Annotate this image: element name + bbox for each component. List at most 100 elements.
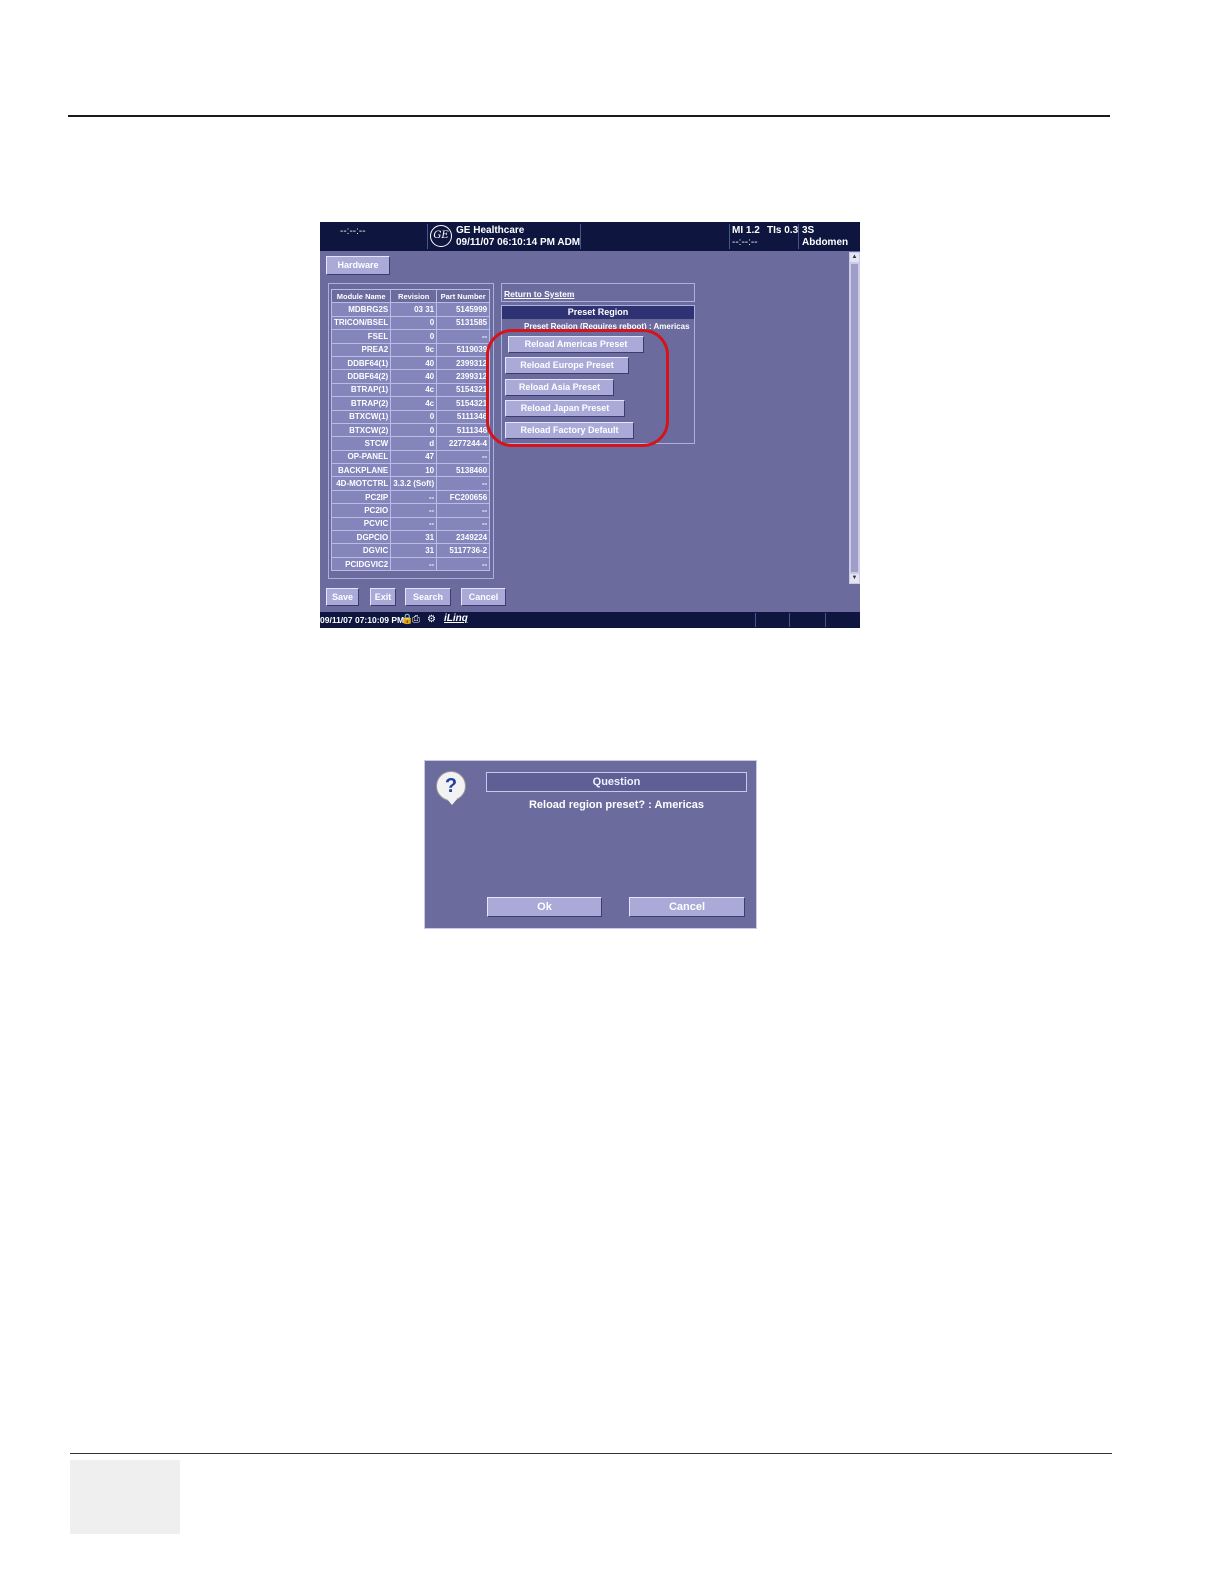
part-number-cell: 5117736-2 xyxy=(436,543,491,558)
revision-cell: 10 xyxy=(390,463,438,478)
module-name-cell: TRICON/BSEL xyxy=(330,315,392,331)
part-number-cell: 5154321 xyxy=(436,396,491,411)
scrollbar-thumb[interactable] xyxy=(851,264,858,572)
table-row: PREA2 9c 5119039 xyxy=(330,342,491,357)
table-row: BTXCW(2) 0 5111346 xyxy=(330,422,491,438)
revision-cell: d xyxy=(390,436,438,451)
dialog-message: Reload region preset? : Americas xyxy=(528,799,705,811)
highlight-ring xyxy=(486,329,669,447)
revision-cell: 0 xyxy=(390,422,438,438)
question-icon-tail xyxy=(447,799,457,805)
revision-cell: -- xyxy=(390,503,438,518)
question-icon: ? xyxy=(436,771,466,801)
page-bottom-rule xyxy=(70,1453,1112,1454)
module-name-cell: FSEL xyxy=(330,329,392,344)
revision-cell: 0 xyxy=(390,409,438,424)
table-row: STCW d 2277244-4 xyxy=(330,436,491,451)
part-number-cell: -- xyxy=(436,516,491,532)
module-name-cell: PREA2 xyxy=(330,342,392,357)
revision-cell: 9c xyxy=(390,342,438,357)
ge-logo-icon: GE xyxy=(430,225,452,247)
status-bar: 09/11/07 07:10:09 PM 🔒 ⎙ ⚙ iLinq xyxy=(320,612,860,628)
question-dialog: ? Question Reload region preset? : Ameri… xyxy=(424,760,757,929)
preset-region-title: Preset Region xyxy=(502,306,694,319)
module-name-cell: PCVIC xyxy=(330,516,392,532)
table-row: PCVIC -- -- xyxy=(330,516,491,532)
ilinq-logo[interactable]: iLinq xyxy=(444,613,468,624)
revision-cell: 31 xyxy=(390,530,438,545)
module-name-cell: PC2IO xyxy=(330,503,392,518)
table-row: DGVIC 31 5117736-2 xyxy=(330,543,491,558)
table-row: 4D-MOTCTRL 3.3.2 (Soft) -- xyxy=(330,476,491,491)
table-row: DDBF64(1) 40 2399312 xyxy=(330,355,491,371)
part-number-cell: 5154321 xyxy=(436,382,491,398)
module-name-cell: 4D-MOTCTRL xyxy=(330,476,392,491)
module-name-cell: BTXCW(1) xyxy=(330,409,392,424)
network-icon[interactable]: ⚙ xyxy=(427,614,436,626)
part-number-cell: -- xyxy=(436,476,491,491)
revision-cell: 4c xyxy=(390,396,438,411)
module-name-cell: BACKPLANE xyxy=(330,463,392,478)
part-number-cell: 5138460 xyxy=(436,463,491,478)
exam-name: Abdomen xyxy=(802,237,849,248)
search-button[interactable]: Search xyxy=(405,588,451,606)
part-number-cell: 5119039 xyxy=(436,342,491,357)
module-name-cell: DGPCIO xyxy=(330,530,392,545)
table-row: DGPCIO 31 2349224 xyxy=(330,530,491,545)
vertical-scrollbar[interactable]: ▲ ▼ xyxy=(849,252,860,584)
revision-cell: -- xyxy=(390,516,438,532)
hardware-screen: --:--:-- GE GE Healthcare 09/11/07 06:10… xyxy=(320,222,860,628)
header-left-time: --:--:-- xyxy=(340,226,366,237)
column-header-revision: Revision xyxy=(390,288,438,304)
revision-cell: 03 31 xyxy=(390,302,438,317)
table-row: BACKPLANE 10 5138460 xyxy=(330,463,491,478)
part-number-cell: 2277244-4 xyxy=(436,436,491,451)
column-header-module-name: Module Name xyxy=(330,288,392,304)
scroll-down-arrow-icon[interactable]: ▼ xyxy=(850,574,859,583)
revision-cell: 3.3.2 (Soft) xyxy=(390,476,438,491)
dialog-cancel-button[interactable]: Cancel xyxy=(629,897,745,917)
module-name-cell: PC2IP xyxy=(330,489,392,505)
module-name-cell: MDBRG2S xyxy=(330,302,392,317)
table-row: TRICON/BSEL 0 5131585 xyxy=(330,315,491,331)
printer-icon[interactable]: ⎙ xyxy=(412,614,420,626)
return-to-system-link[interactable]: Return to System xyxy=(504,289,574,299)
revision-cell: 47 xyxy=(390,449,438,465)
table-row: PCIDGVIC2 -- -- xyxy=(330,556,491,572)
scroll-up-arrow-icon[interactable]: ▲ xyxy=(850,253,859,262)
part-number-cell: -- xyxy=(436,449,491,465)
save-button[interactable]: Save xyxy=(326,588,359,606)
mi-readout: MI 1.2 xyxy=(732,225,760,236)
tab-hardware[interactable]: Hardware xyxy=(326,256,390,275)
revision-cell: 0 xyxy=(390,329,438,344)
cancel-button[interactable]: Cancel xyxy=(461,588,506,606)
table-row: BTXCW(1) 0 5111346 xyxy=(330,409,491,424)
part-number-cell: 2399312 xyxy=(436,355,491,371)
part-number-cell: FC200656 xyxy=(436,489,491,505)
column-header-part-number: Part Number xyxy=(436,288,491,304)
table-row: BTRAP(1) 4c 5154321 xyxy=(330,382,491,398)
exit-button[interactable]: Exit xyxy=(370,588,396,606)
tis-readout: TIs 0.3 xyxy=(767,225,799,236)
part-number-cell: 5111346 xyxy=(436,409,491,424)
dialog-title: Question xyxy=(486,772,747,792)
table-row: MDBRG2S 03 31 5145999 xyxy=(330,302,491,317)
revision-cell: 31 xyxy=(390,543,438,558)
part-number-cell: 5111346 xyxy=(436,422,491,438)
module-name-cell: DDBF64(1) xyxy=(330,355,392,371)
table-row: PC2IO -- -- xyxy=(330,503,491,518)
module-name-cell: BTRAP(2) xyxy=(330,396,392,411)
revision-cell: 4c xyxy=(390,382,438,398)
page-top-rule xyxy=(68,115,1110,117)
footer-box xyxy=(70,1460,180,1534)
title-bar: --:--:-- GE GE Healthcare 09/11/07 06:10… xyxy=(320,222,860,251)
hardware-table: Module Name Revision Part Number MDBRG2S… xyxy=(330,288,491,572)
module-name-cell: PCIDGVIC2 xyxy=(330,556,392,572)
table-row: FSEL 0 -- xyxy=(330,329,491,344)
ok-button[interactable]: Ok xyxy=(487,897,602,917)
module-name-cell: BTRAP(1) xyxy=(330,382,392,398)
part-number-cell: 5131585 xyxy=(436,315,491,331)
module-name-cell: BTXCW(2) xyxy=(330,422,392,438)
part-number-cell: -- xyxy=(436,503,491,518)
return-to-system-panel: Return to System xyxy=(501,283,695,302)
